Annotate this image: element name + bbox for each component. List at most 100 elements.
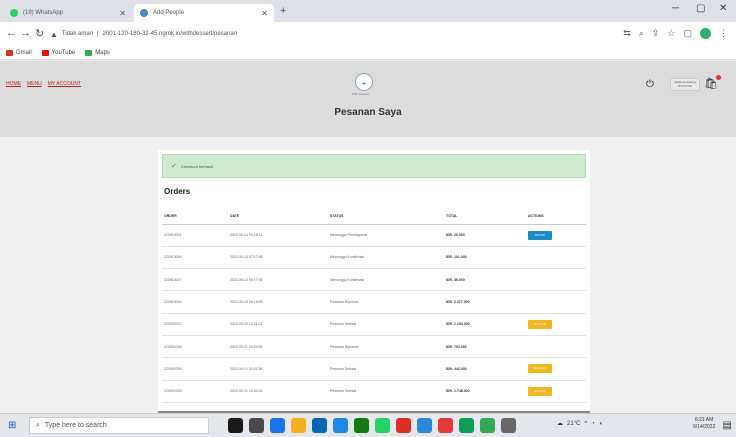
alert-text: Checkout berhasil [180,163,213,169]
tab-label: (19) WhatsApp [23,10,64,16]
share-icon[interactable]: ⇪ [652,28,660,39]
logout-icon[interactable]: ⏻ [646,79,654,90]
table-row: 220913049 2022-09-13 07:17:48 Menunggu Kon… [162,246,586,270]
order-total: IDR. 1.748.000 [444,380,526,403]
nav-my-account[interactable]: MY ACCOUNT [48,81,81,87]
order-date: 2022-09-13 06:16:05 [228,290,328,314]
order-number: 220902010 [162,313,228,336]
volume-icon[interactable]: ◖ [599,421,603,427]
search-placeholder: Type here to search [44,422,107,429]
user-box[interactable]: Selamat datang ROS DOE [670,78,700,91]
nav-home[interactable]: HOME [6,81,21,87]
order-actions: REVIEW [526,380,586,403]
order-actions [526,290,586,314]
review-button[interactable]: REVIEW [528,386,552,396]
order-total: IDR. 793.000 [444,335,526,359]
table-row: 220913047 2022-09-13 06:17:39 Menunggu Kon… [162,268,586,292]
taskbar-apps [228,418,516,433]
table-header-row: ORDER DATE STATUS TOTAL ACTIONS [162,209,586,225]
address-bar[interactable]: ▲ Tidak aman | 2001-120-180-32-45.ngrok.… [50,27,237,41]
back-icon[interactable]: ← [6,27,17,39]
order-status: Menunggu Konfirmasi [328,268,444,292]
gmail-icon [6,49,13,56]
tab-whatsapp[interactable]: (19) WhatsApp ✕ [4,4,132,22]
windows-start-icon[interactable]: ⊞ [8,420,16,431]
windows-taskbar: ⊞ ⌕ Type here to search ☁ 21°C ^ ◔ ◖ 8:2… [0,413,736,437]
tab-label: Add People [153,10,185,16]
success-alert: ✓ Checkout berhasil [162,154,586,178]
bookmarks-bar: Gmail YouTube Maps [0,46,736,60]
new-tab-icon[interactable]: + [280,5,286,17]
order-status: Pesanan Selesai [328,357,444,381]
taskbar-app-icon[interactable] [438,418,453,433]
review-button[interactable]: REVIEW [528,319,552,329]
system-tray: ☁ 21°C ^ ◔ ◖ [557,420,603,428]
translate-icon[interactable]: ⇆ [623,28,631,39]
order-total: IDR. 25.000 [444,224,526,247]
reload-icon[interactable]: ↻ [35,27,44,40]
close-icon[interactable]: ✕ [261,9,268,18]
taskbar-app-icon[interactable] [354,418,369,433]
taskbar-app-icon[interactable] [270,418,285,433]
network-icon[interactable]: ◔ [591,421,595,427]
taskbar-app-icon[interactable] [312,418,327,433]
browser-tabstrip: (19) WhatsApp ✕ Add People ✕ + ─ ▢ ✕ [0,0,736,22]
taskbar-app-icon[interactable] [417,418,432,433]
logo-text: With Dessert [352,92,370,96]
order-date: 2022-09-02 12:21:01 [228,313,328,336]
window-close-icon[interactable]: ✕ [719,3,727,14]
close-icon[interactable]: ✕ [119,9,126,18]
taskbar-app-icon[interactable] [501,418,516,433]
site-nav: HOME MENU MY ACCOUNT [6,81,81,87]
taskbar-search[interactable]: ⌕ Type here to search [29,417,209,434]
maximize-icon[interactable]: ▢ [696,3,705,14]
table-row: 220901006 2022-09-01 03:21:34 Pesanan Sele… [162,357,586,381]
bookmark-maps[interactable]: Maps [85,49,110,56]
taskbar-app-icon[interactable] [459,418,474,433]
minimize-icon[interactable]: ─ [672,3,679,14]
tab-add-people[interactable]: Add People ✕ [134,4,274,22]
taskbar-app-icon[interactable] [480,418,495,433]
order-number: 220913046 [162,290,228,314]
nav-menu[interactable]: MENU [27,81,42,87]
order-total: IDR. 101.000 [444,246,526,270]
search-icon: ⌕ [36,421,40,429]
toolbar-icons: ⇆ ⌕ ⇪ ☆ ▢ ⋮ [623,28,728,39]
order-actions: REVIEW [526,357,586,381]
bookmark-star-icon[interactable]: ☆ [667,28,675,39]
menu-icon[interactable]: ⋮ [719,28,728,39]
notification-icon[interactable]: ▤ [723,420,732,431]
zoom-icon[interactable]: ⌕ [639,28,644,39]
taskbar-app-icon[interactable] [291,418,306,433]
bayar-button[interactable]: BAYAR [528,230,552,240]
order-actions [526,335,586,359]
system-clock[interactable]: 8:21 AM 9/14/2022 [693,417,715,431]
cart-badge [715,75,721,80]
column-header: ORDER [162,209,228,225]
tray-chevron-icon[interactable]: ^ [584,421,587,427]
sidepanel-icon[interactable]: ▢ [683,28,692,39]
profile-avatar[interactable] [700,28,711,39]
weather-icon[interactable]: ☁ [557,420,563,427]
bookmark-youtube[interactable]: YouTube [41,49,75,56]
taskbar-app-icon[interactable] [228,418,243,433]
taskbar-app-icon[interactable] [375,418,390,433]
taskbar-app-icon[interactable] [249,418,264,433]
review-button[interactable]: REVIEW [528,364,552,374]
site-favicon-icon [140,9,148,17]
column-header: STATUS [328,209,444,225]
site-logo[interactable]: ◒ [355,73,373,91]
logo-icon: ◒ [361,77,367,87]
column-header: ACTIONS [526,209,586,225]
taskbar-app-icon[interactable] [333,418,348,433]
order-date: 2022-09-13 07:17:48 [228,246,328,270]
order-status: Menunggu Pembayaran [328,224,444,247]
order-status: Pesanan Diproses [328,290,444,314]
orders-card: ✓ Checkout berhasil Orders ORDER DATE ST… [158,150,590,413]
cart-icon[interactable]: 🛍 [704,75,721,90]
bookmark-gmail[interactable]: Gmail [6,49,32,56]
taskbar-app-icon[interactable] [396,418,411,433]
browser-toolbar: ← → ↻ ▲ Tidak aman | 2001-120-180-32-45.… [0,22,736,46]
orders-table: ORDER DATE STATUS TOTAL ACTIONS 22091400… [162,209,586,403]
forward-icon[interactable]: → [20,27,31,39]
